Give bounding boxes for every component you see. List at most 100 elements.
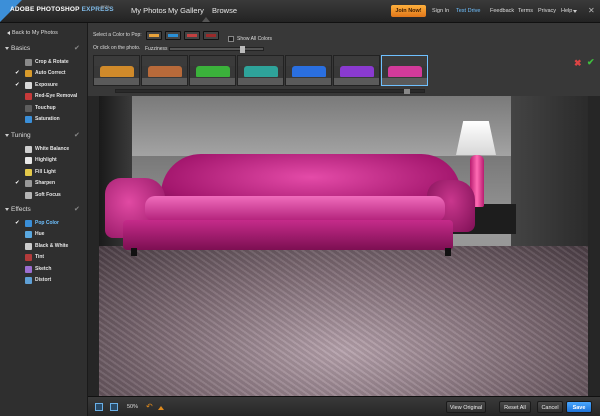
back-to-my-photos-button[interactable]: Back to My Photos (7, 30, 58, 36)
join-now-button[interactable]: Join Now! (391, 5, 426, 17)
thumb-sofa (148, 66, 182, 77)
dark-red-swatch-fill (206, 34, 216, 37)
section-title: Effects (11, 206, 31, 213)
privacy-link[interactable]: Privacy (538, 8, 556, 14)
view-original-button[interactable]: View Original (446, 401, 486, 413)
tool-crop-rotate[interactable]: Crop & Rotate (0, 57, 88, 68)
tool-white-balance[interactable]: White Balance (0, 144, 88, 155)
tool-touchup[interactable]: Touchup (0, 103, 88, 114)
red-swatch[interactable] (184, 31, 200, 40)
section-title: Basics (11, 45, 31, 52)
done-check-icon: ✔ (15, 180, 20, 187)
section-effects[interactable]: Effects ✔ (0, 204, 88, 216)
crop-rotate-icon (25, 59, 32, 66)
tool-tint[interactable]: Tint (0, 252, 88, 263)
tool-label: Exposure (35, 81, 58, 88)
thumb-floor (142, 78, 187, 85)
test-drive-link[interactable]: Test Drive (456, 8, 480, 14)
tool-highlight[interactable]: Highlight (0, 155, 88, 166)
sign-in-link[interactable]: Sign In (432, 8, 449, 14)
thumb-floor (238, 78, 283, 85)
tool-black-white[interactable]: Black & White (0, 241, 88, 252)
color-preset-thumbnail[interactable] (237, 55, 284, 86)
cancel-button[interactable]: Cancel (537, 401, 563, 413)
show-all-colors-label: Show All Colors (237, 36, 273, 42)
actual-size-icon[interactable] (110, 403, 118, 411)
zoom-level: 50% (127, 404, 139, 410)
beta-badge: BETA (101, 5, 110, 9)
photo-rug-texture (99, 246, 588, 396)
tool-soft-focus[interactable]: Soft Focus (0, 190, 88, 201)
undo-icon[interactable]: ↶ (146, 402, 153, 411)
preset-strip-scrollbar[interactable] (115, 89, 425, 94)
scrollbar-grip[interactable] (404, 89, 410, 94)
tool-pop-color[interactable]: ✔ Pop Color (0, 218, 88, 229)
tool-label: Touchup (35, 104, 56, 111)
tint-icon (25, 254, 32, 262)
top-bar: ADOBE PHOTOSHOP EXPRESS BETA My Photos M… (0, 0, 600, 23)
thumb-sofa (292, 66, 326, 77)
eyedropper-swatch[interactable] (146, 31, 162, 40)
chevron-down-icon (5, 134, 9, 137)
feedback-link[interactable]: Feedback (490, 8, 514, 14)
tool-label: Hue (35, 231, 45, 238)
section-basics[interactable]: Basics ✔ (0, 43, 88, 55)
color-preset-thumbnail[interactable] (285, 55, 332, 86)
auto-correct-icon (25, 70, 32, 78)
photo-canvas (88, 96, 600, 396)
fuzziness-slider[interactable] (169, 46, 264, 53)
help-menu[interactable]: Help (561, 8, 572, 14)
accept-edit-icon[interactable]: ✔ (587, 57, 595, 68)
thumb-sofa (100, 66, 134, 77)
reset-all-button[interactable]: Reset All (499, 401, 531, 413)
blue-swatch[interactable] (165, 31, 181, 40)
tool-sharpen[interactable]: ✔ Sharpen (0, 178, 88, 189)
tool-sketch[interactable]: Sketch (0, 264, 88, 275)
app-logo[interactable]: ADOBE PHOTOSHOP EXPRESS BETA (0, 0, 114, 23)
dark-red-swatch[interactable] (203, 31, 219, 40)
done-check-icon: ✔ (15, 220, 20, 226)
tool-fill-light[interactable]: Fill Light (0, 167, 88, 178)
thumb-wall (238, 56, 283, 66)
terms-link[interactable]: Terms (518, 8, 533, 14)
edited-photo[interactable] (99, 96, 588, 396)
pop-color-icon (25, 220, 32, 227)
tool-red-eye-removal[interactable]: Red-Eye Removal (0, 91, 88, 102)
section-check-icon: ✔ (74, 206, 80, 213)
photo-sofa-front (123, 220, 453, 250)
section-check-icon: ✔ (74, 132, 80, 139)
chevron-down-icon (5, 208, 9, 211)
color-preset-thumbnail[interactable] (333, 55, 380, 86)
color-preset-thumbnail[interactable] (93, 55, 140, 86)
fuzziness-slider-thumb[interactable] (239, 46, 245, 53)
chevron-down-icon (5, 47, 9, 50)
done-check-icon: ✔ (15, 81, 20, 88)
tool-distort[interactable]: Distort (0, 275, 88, 286)
photo-sofa-legs (131, 248, 451, 256)
nav-my-photos[interactable]: My Photos (131, 6, 166, 15)
redo-icon[interactable] (158, 406, 164, 410)
back-arrow-icon (7, 30, 10, 35)
tool-hue[interactable]: Hue (0, 229, 88, 240)
color-preset-thumbnail[interactable] (141, 55, 188, 86)
fit-view-icon[interactable] (95, 403, 103, 411)
tool-label: Saturation (35, 116, 60, 122)
nav-my-gallery[interactable]: My Gallery (168, 6, 204, 15)
color-preset-thumbnail[interactable] (189, 55, 236, 86)
section-check-icon: ✔ (74, 45, 80, 52)
tool-auto-correct[interactable]: ✔ Auto Correct (0, 68, 88, 79)
nav-browse[interactable]: Browse (212, 6, 237, 15)
show-all-colors-checkbox[interactable] (228, 36, 234, 42)
color-preset-thumbnail[interactable] (381, 55, 428, 86)
tool-exposure[interactable]: ✔ Exposure (0, 80, 88, 91)
cancel-edit-icon[interactable]: ✖ (574, 58, 582, 69)
touchup-icon (25, 104, 32, 112)
close-icon[interactable]: ✕ (588, 6, 595, 15)
highlight-icon (25, 157, 32, 165)
section-tuning[interactable]: Tuning ✔ (0, 130, 88, 142)
tool-label: Distort (35, 277, 52, 283)
save-button[interactable]: Save (566, 401, 592, 413)
tool-saturation[interactable]: Saturation (0, 114, 88, 125)
tool-label: Soft Focus (35, 191, 61, 198)
nav-active-caret (202, 17, 210, 22)
